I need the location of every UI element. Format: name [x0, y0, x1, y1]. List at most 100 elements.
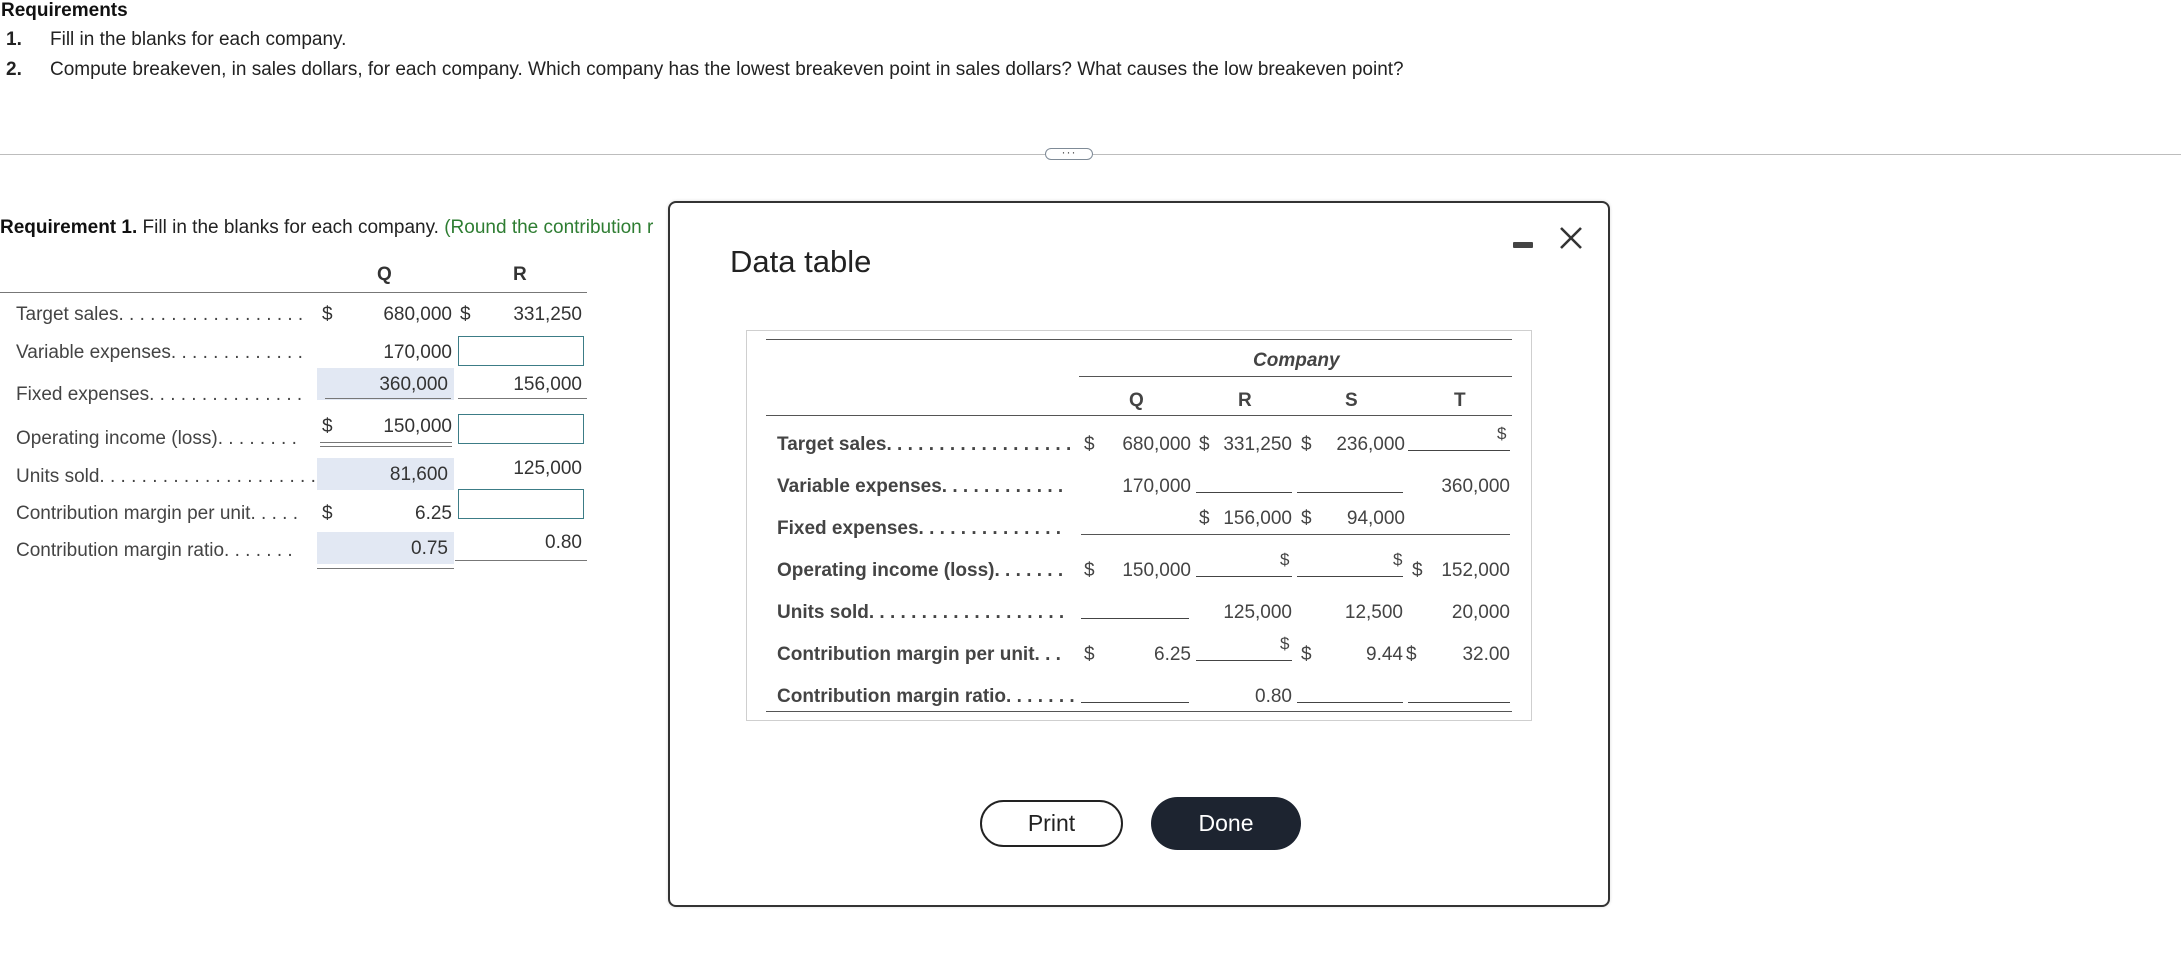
cell-q-operating-income: 150,000 — [1122, 560, 1191, 581]
done-button[interactable]: Done — [1151, 797, 1301, 850]
total-rule-lower — [320, 446, 452, 447]
row-label-cm-per-unit: Contribution margin per unit. . . — [777, 644, 1061, 665]
row-label-variable-expenses: Variable expenses. . . . . . . . . . . .… — [16, 342, 303, 363]
column-header-s: S — [1345, 390, 1358, 411]
requirement-text: Fill in the blanks for each company. — [50, 29, 347, 50]
blank-t-cm-ratio — [1408, 702, 1510, 703]
cell-q-cm-ratio: 0.75 — [411, 538, 448, 559]
cell-t-variable-expenses: 360,000 — [1441, 476, 1510, 497]
dollar-sign: $ — [1301, 644, 1312, 665]
row-label-cm-ratio: Contribution margin ratio. . . . . . . — [777, 686, 1075, 707]
requirements-title: Requirements — [1, 0, 128, 21]
input-r-cm-per-unit[interactable] — [458, 489, 584, 519]
dollar-sign: $ — [322, 416, 333, 437]
dollar-sign: $ — [460, 304, 471, 325]
column-header-r: R — [1238, 390, 1252, 411]
row-label-operating-income: Operating income (loss). . . . . . . — [777, 560, 1064, 581]
blank-r-cm-per-unit — [1196, 660, 1292, 661]
column-header-q: Q — [377, 264, 392, 285]
cell-t-units-sold: 20,000 — [1451, 602, 1510, 623]
blank-q-cm-ratio — [1081, 702, 1189, 703]
dollar-sign: $ — [1084, 434, 1095, 455]
blank-s-operating-income — [1297, 576, 1403, 577]
company-group-header: Company — [1253, 350, 1340, 371]
cell-t-operating-income: 152,000 — [1441, 560, 1510, 581]
row-label-target-sales: Target sales. . . . . . . . . . . . . . … — [777, 434, 1072, 455]
input-r-variable-expenses[interactable] — [458, 336, 584, 366]
blank-q-units-sold — [1081, 618, 1189, 619]
dollar-sign: $ — [322, 304, 333, 325]
blank-r-operating-income — [1196, 576, 1292, 577]
bottom-rule — [317, 568, 454, 569]
dollar-sign: $ — [1406, 644, 1417, 665]
cell-t-cm-per-unit: 32.00 — [1462, 644, 1510, 665]
dollar-sign: $ — [1301, 508, 1312, 529]
dollar-sign: $ — [1084, 560, 1095, 581]
dollar-sign: $ — [1412, 560, 1423, 581]
blank-s-cm-ratio — [1297, 702, 1403, 703]
cell-r-target-sales: 331,250 — [513, 304, 582, 325]
cell-r-units-sold: 125,000 — [1223, 602, 1292, 623]
dollar-sign: $ — [322, 503, 333, 524]
requirement-text: Compute breakeven, in sales dollars, for… — [50, 59, 1404, 80]
table-bottom-rule — [766, 711, 1512, 712]
print-button[interactable]: Print — [980, 800, 1123, 847]
dollar-sign: $ — [1301, 434, 1312, 455]
cell-s-fixed-expenses: 94,000 — [1346, 508, 1405, 529]
table-top-rule — [766, 339, 1512, 340]
row-label-units-sold: Units sold. . . . . . . . . . . . . . . … — [16, 466, 316, 487]
row-label-cm-ratio: Contribution margin ratio. . . . . . . — [16, 540, 293, 561]
cell-r-fixed-expenses: 156,000 — [1223, 508, 1292, 529]
cell-s-target-sales: 236,000 — [1336, 434, 1405, 455]
dollar-sign: $ — [1199, 434, 1210, 455]
blank-t-target-sales — [1408, 450, 1510, 451]
expand-more-button[interactable]: ··· — [1045, 146, 1093, 160]
dollar-sign: $ — [1199, 508, 1210, 529]
column-header-q: Q — [1129, 390, 1144, 411]
cell-r-units-sold: 125,000 — [513, 458, 582, 479]
row-label-fixed-expenses: Fixed expenses. . . . . . . . . . . . . … — [16, 384, 303, 405]
cell-q-variable-expenses: 170,000 — [383, 342, 452, 363]
minimize-icon[interactable] — [1513, 242, 1533, 248]
cell-q-target-sales: 680,000 — [383, 304, 452, 325]
row-label-fixed-expenses: Fixed expenses. . . . . . . . . . . . . … — [777, 518, 1062, 539]
dollar-sign: $ — [1084, 644, 1095, 665]
cell-r-cm-ratio: 0.80 — [545, 532, 582, 553]
dollar-sign: $ — [1280, 550, 1290, 569]
cell-q-units-sold: 81,600 — [389, 464, 448, 485]
requirement1-text: Fill in the blanks for each company. — [142, 217, 439, 238]
cell-r-cm-ratio: 0.80 — [1255, 686, 1292, 707]
requirement-number: 2. — [6, 59, 22, 80]
cell-q-cm-per-unit: 6.25 — [1154, 644, 1191, 665]
column-header-rule — [766, 415, 1512, 416]
requirement1-instruction: Requirement 1. Fill in the blanks for ea… — [0, 217, 653, 239]
dollar-sign: $ — [1280, 634, 1290, 653]
row-label-variable-expenses: Variable expenses. . . . . . . . . . . . — [777, 476, 1064, 497]
row-label-target-sales: Target sales. . . . . . . . . . . . . . … — [16, 304, 304, 325]
input-r-operating-income[interactable] — [458, 414, 584, 444]
close-icon[interactable] — [1557, 224, 1585, 252]
cell-r-fixed-expenses: 156,000 — [513, 374, 582, 395]
close-icon-glyph — [1560, 227, 1582, 249]
cell-q-variable-expenses: 170,000 — [1122, 476, 1191, 497]
row-label-units-sold: Units sold. . . . . . . . . . . . . . . … — [777, 602, 1065, 623]
cell-r-target-sales: 331,250 — [1223, 434, 1292, 455]
blank-s-variable-expenses — [1297, 492, 1403, 493]
header-rule — [0, 292, 587, 293]
requirement1-rounding-hint: (Round the contribution r — [444, 217, 654, 238]
dollar-sign: $ — [1497, 424, 1507, 443]
subtotal-rule — [1081, 534, 1510, 535]
column-header-t: T — [1454, 390, 1466, 411]
row-label-operating-income: Operating income (loss). . . . . . . . — [16, 428, 297, 449]
subtotal-rule — [458, 398, 587, 399]
cell-q-operating-income: 150,000 — [383, 416, 452, 437]
blank-r-variable-expenses — [1196, 492, 1292, 493]
column-header-r: R — [513, 264, 527, 285]
modal-title: Data table — [730, 244, 872, 279]
cell-s-units-sold: 12,500 — [1344, 602, 1403, 623]
company-header-rule — [1079, 376, 1512, 377]
row-label-cm-per-unit: Contribution margin per unit. . . . . — [16, 503, 298, 524]
requirement-number: 1. — [6, 29, 22, 50]
cell-s-cm-per-unit: 9.44 — [1366, 644, 1403, 665]
cell-q-cm-per-unit: 6.25 — [415, 503, 452, 524]
